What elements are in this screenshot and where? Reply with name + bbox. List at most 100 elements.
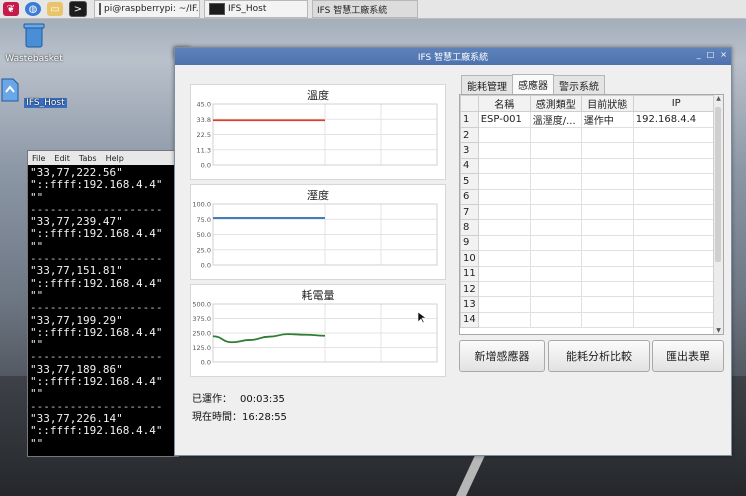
table-cell[interactable] <box>632 280 720 298</box>
row-number[interactable]: 11 <box>460 265 479 282</box>
terminal-launcher-icon[interactable]: > <box>69 1 87 17</box>
table-cell[interactable] <box>580 296 634 313</box>
table-cell[interactable] <box>632 265 720 282</box>
row-number[interactable]: 9 <box>460 234 479 252</box>
table-cell[interactable] <box>477 296 531 313</box>
table-cell[interactable] <box>477 265 531 282</box>
desktop-icon-wastebasket[interactable]: Wastebasket <box>0 22 69 64</box>
table-cell[interactable] <box>477 142 531 159</box>
row-number[interactable]: 3 <box>460 142 479 159</box>
table-cell[interactable] <box>529 296 582 313</box>
table-cell[interactable] <box>632 157 720 175</box>
column-header-name[interactable]: 名稱 <box>477 95 531 112</box>
table-cell[interactable]: 溫溼度/... <box>529 111 582 128</box>
table-cell[interactable] <box>477 219 531 236</box>
menu-edit[interactable]: Edit <box>54 154 70 163</box>
table-row[interactable]: 1 ESP-001 溫溼度/... 運作中 192.168.4.4 <box>460 111 720 128</box>
table-cell[interactable] <box>580 219 634 236</box>
close-icon[interactable]: × <box>720 50 727 59</box>
table-cell[interactable] <box>632 203 720 221</box>
table-row[interactable]: 8 <box>460 219 720 236</box>
table-row[interactable]: 14 <box>460 311 720 329</box>
scrollbar-thumb[interactable] <box>715 107 721 262</box>
row-number[interactable]: 2 <box>460 126 479 144</box>
terminal-window[interactable]: File Edit Tabs Help "33,77,222.56" "::fff… <box>27 150 179 457</box>
row-number[interactable]: 7 <box>460 203 479 221</box>
table-cell[interactable] <box>632 219 720 236</box>
row-number[interactable]: 6 <box>460 188 479 205</box>
table-cell[interactable] <box>529 188 582 205</box>
table-cell[interactable] <box>477 280 531 298</box>
taskbar-task-ifs-app[interactable]: IFS 智慧工廠系統 <box>174 0 418 59</box>
table-cell[interactable] <box>580 250 634 267</box>
table-cell[interactable] <box>580 280 634 298</box>
table-cell[interactable]: 運作中 <box>580 111 634 128</box>
taskbar-task-ifs-host[interactable]: IFS_Host <box>204 0 308 18</box>
table-cell[interactable] <box>477 173 531 190</box>
table-cell[interactable] <box>529 142 582 159</box>
table-cell[interactable] <box>477 234 531 252</box>
table-cell[interactable] <box>477 203 531 221</box>
table-cell[interactable]: 192.168.4.4 <box>632 111 720 128</box>
table-cell[interactable] <box>632 311 720 329</box>
scroll-down-icon[interactable]: ▼ <box>714 327 723 334</box>
table-row[interactable]: 4 <box>460 157 720 175</box>
column-header-sensor-type[interactable]: 感測類型 <box>529 95 582 112</box>
row-number[interactable]: 14 <box>460 311 479 329</box>
row-number[interactable]: 8 <box>460 219 479 236</box>
table-cell[interactable] <box>632 234 720 252</box>
table-cell[interactable] <box>529 311 582 329</box>
row-number[interactable]: 10 <box>460 250 479 267</box>
table-cell[interactable] <box>477 250 531 267</box>
table-row[interactable]: 10 <box>460 250 720 267</box>
menu-tabs[interactable]: Tabs <box>79 154 97 163</box>
add-sensor-button[interactable]: 新增感應器 <box>459 340 545 372</box>
minimize-icon[interactable]: _ <box>697 50 701 59</box>
table-scrollbar[interactable]: ▲ ▼ <box>713 95 723 334</box>
taskbar-task-terminal[interactable]: pi@raspberrypi: ~/IF... <box>94 0 200 18</box>
table-cell[interactable]: ESP-001 <box>477 111 531 128</box>
table-row[interactable]: 5 <box>460 173 720 190</box>
column-header-ip[interactable]: IP <box>632 95 720 112</box>
table-cell[interactable] <box>529 265 582 282</box>
table-cell[interactable] <box>477 311 531 329</box>
table-cell[interactable] <box>477 157 531 175</box>
table-cell[interactable] <box>632 126 720 144</box>
table-cell[interactable] <box>529 157 582 175</box>
table-row[interactable]: 3 <box>460 142 720 159</box>
table-row[interactable]: 2 <box>460 126 720 144</box>
tab-alert-system[interactable]: 警示系統 <box>553 75 605 95</box>
row-number[interactable]: 13 <box>460 296 479 313</box>
window-titlebar[interactable]: IFS 智慧工廠系統 _ □ × <box>175 48 731 65</box>
table-cell[interactable] <box>529 126 582 144</box>
energy-analysis-compare-button[interactable]: 能耗分析比較 <box>548 340 650 372</box>
menu-file[interactable]: File <box>32 154 45 163</box>
tab-energy-management[interactable]: 能耗管理 <box>461 75 513 95</box>
table-cell[interactable] <box>632 188 720 205</box>
table-cell[interactable] <box>477 188 531 205</box>
table-cell[interactable] <box>580 126 634 144</box>
table-cell[interactable] <box>529 173 582 190</box>
row-number[interactable]: 4 <box>460 157 479 175</box>
table-cell[interactable] <box>580 157 634 175</box>
table-cell[interactable] <box>477 126 531 144</box>
table-cell[interactable] <box>580 142 634 159</box>
row-number[interactable]: 1 <box>460 111 479 128</box>
file-manager-folder-icon[interactable]: ▭ <box>47 2 63 16</box>
browser-globe-icon[interactable]: ◍ <box>25 2 41 16</box>
table-cell[interactable] <box>529 219 582 236</box>
table-cell[interactable] <box>529 234 582 252</box>
table-row[interactable]: 7 <box>460 203 720 221</box>
table-row[interactable]: 13 <box>460 296 720 313</box>
table-cell[interactable] <box>632 250 720 267</box>
desktop-icon-ifs-host[interactable]: IFS_Host <box>0 78 68 108</box>
table-row[interactable]: 12 <box>460 280 720 298</box>
tab-sensors[interactable]: 感應器 <box>512 74 554 94</box>
table-cell[interactable] <box>632 173 720 190</box>
table-cell[interactable] <box>632 296 720 313</box>
table-cell[interactable] <box>580 311 634 329</box>
raspberry-menu-icon[interactable]: ❦ <box>3 2 19 16</box>
table-cell[interactable] <box>580 234 634 252</box>
table-cell[interactable] <box>580 173 634 190</box>
table-cell[interactable] <box>529 203 582 221</box>
